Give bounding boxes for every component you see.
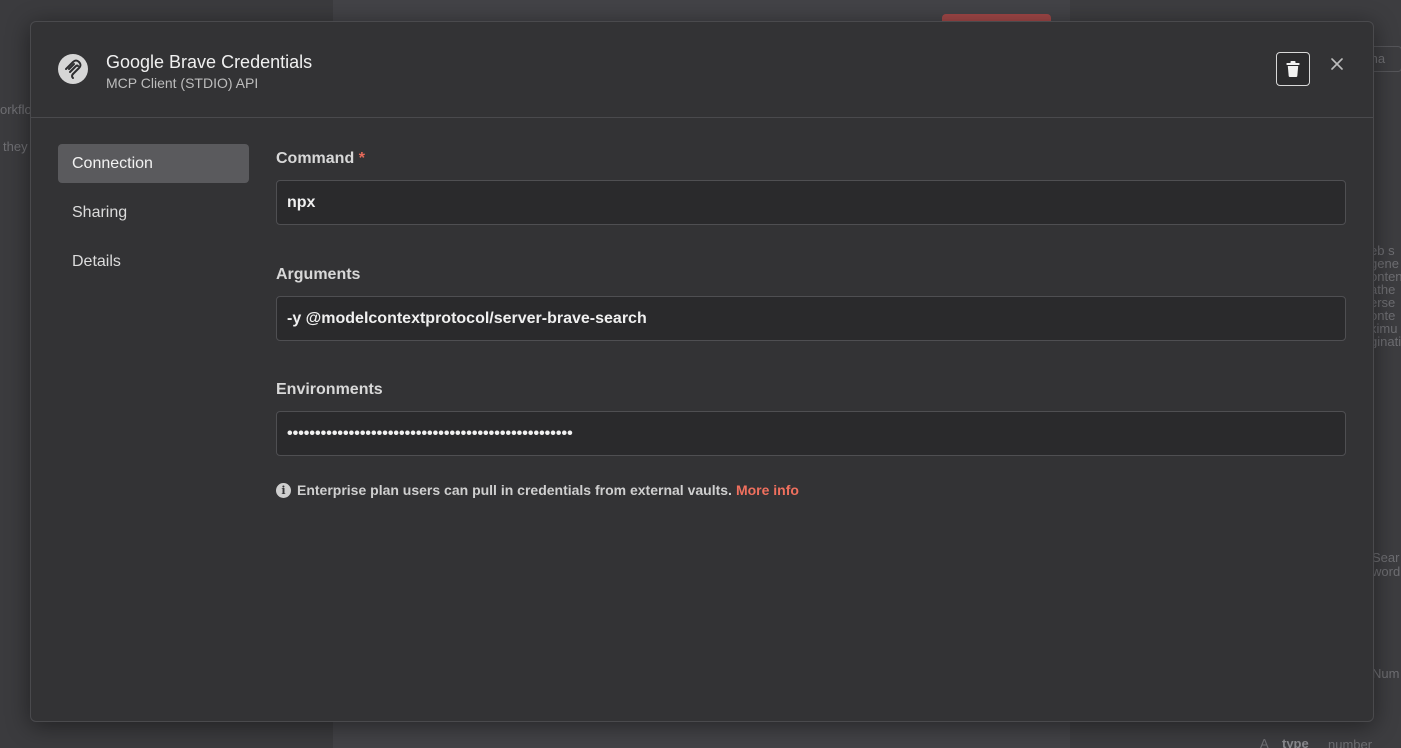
nav-item-sharing[interactable]: Sharing — [58, 193, 249, 232]
background-text-stack: eb s gene onten athe erse onte ximu gina… — [1370, 244, 1401, 348]
credentials-modal: Google Brave Credentials MCP Client (STD… — [30, 21, 1374, 722]
nav-item-connection[interactable]: Connection — [58, 144, 249, 183]
arguments-label: Arguments — [276, 266, 361, 283]
background-text: Num — [1372, 666, 1400, 681]
modal-title: Google Brave Credentials — [106, 52, 313, 72]
credential-app-icon — [58, 54, 88, 84]
connection-form: Command * Arguments Environments i Enter… — [276, 144, 1347, 498]
command-input[interactable] — [276, 180, 1346, 225]
environments-input[interactable] — [276, 411, 1346, 456]
info-text: Enterprise plan users can pull in creden… — [297, 482, 732, 498]
background-text: Sear — [1372, 550, 1400, 565]
delete-button[interactable] — [1276, 52, 1310, 86]
background-text: number — [1328, 737, 1373, 748]
background-text: A — [1260, 736, 1269, 748]
more-info-link[interactable]: More info — [736, 482, 799, 498]
close-icon — [1331, 58, 1343, 70]
environments-label: Environments — [276, 381, 383, 398]
background-text: they — [3, 139, 28, 154]
background-text: word — [1372, 564, 1401, 579]
background-text: orkflo — [0, 102, 32, 117]
modal-subtitle: MCP Client (STDIO) API — [106, 75, 259, 91]
nav-item-details[interactable]: Details — [58, 242, 249, 281]
vault-info-note: i Enterprise plan users can pull in cred… — [276, 482, 1347, 498]
mcp-logo-icon — [65, 59, 82, 79]
background-text: type — [1282, 736, 1309, 748]
required-marker: * — [358, 150, 365, 167]
close-button[interactable] — [1327, 54, 1347, 74]
command-label: Command * — [276, 150, 365, 167]
modal-header: Google Brave Credentials MCP Client (STD… — [31, 22, 1373, 118]
arguments-input[interactable] — [276, 296, 1346, 341]
credential-sidebar-nav: Connection Sharing Details — [58, 144, 249, 291]
trash-icon — [1286, 61, 1300, 77]
info-icon: i — [276, 482, 291, 498]
